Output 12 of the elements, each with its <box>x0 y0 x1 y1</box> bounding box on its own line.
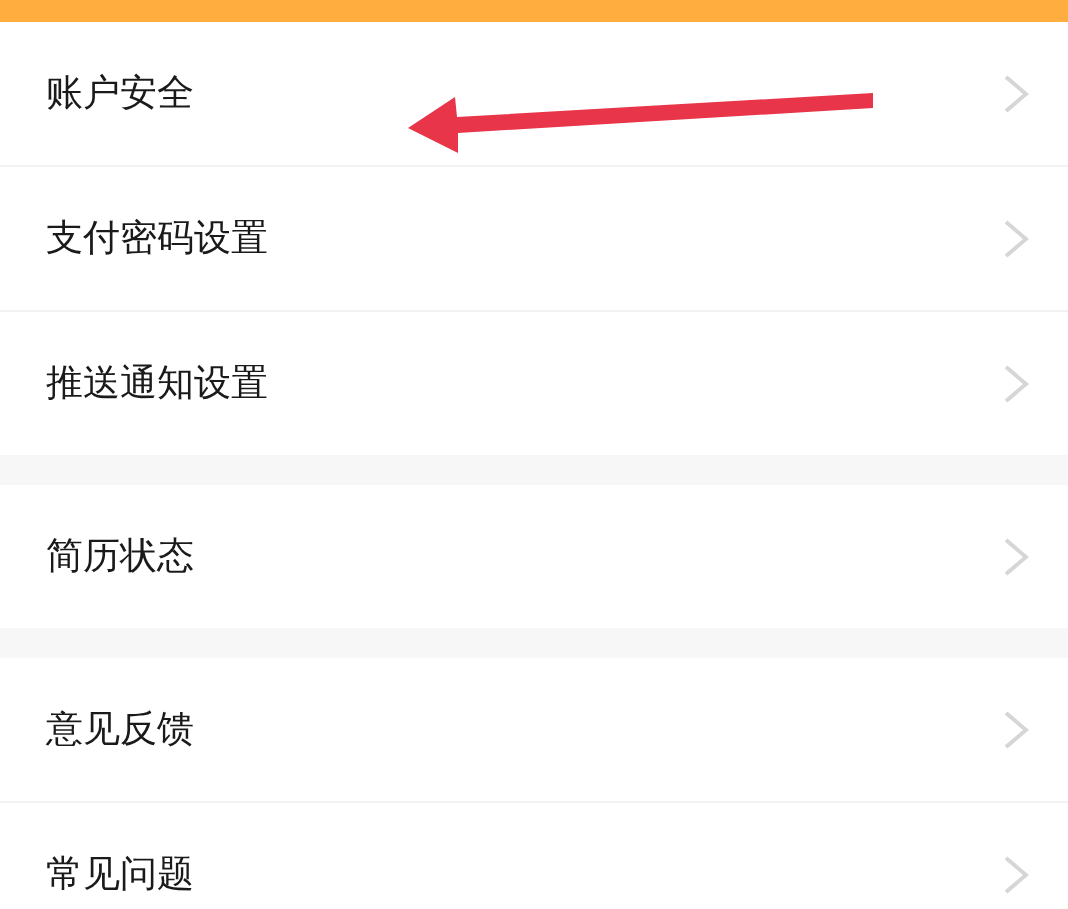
chevron-icon <box>1004 710 1029 749</box>
menu-item[interactable]: 推送通知设置 <box>0 312 1068 455</box>
chevron-icon <box>1004 537 1029 576</box>
chevron-icon <box>1004 364 1029 403</box>
menu-item[interactable]: 常见问题 <box>0 803 1068 909</box>
chevron-icon <box>1004 219 1029 258</box>
menu-item[interactable]: 简历状态 <box>0 485 1068 628</box>
menu-item[interactable]: 意见反馈 <box>0 658 1068 801</box>
menu-item[interactable]: 支付密码设置 <box>0 167 1068 310</box>
chevron-icon <box>1004 74 1029 113</box>
chevron-icon <box>1004 855 1029 894</box>
menu-item[interactable]: 账户安全 <box>0 22 1068 165</box>
